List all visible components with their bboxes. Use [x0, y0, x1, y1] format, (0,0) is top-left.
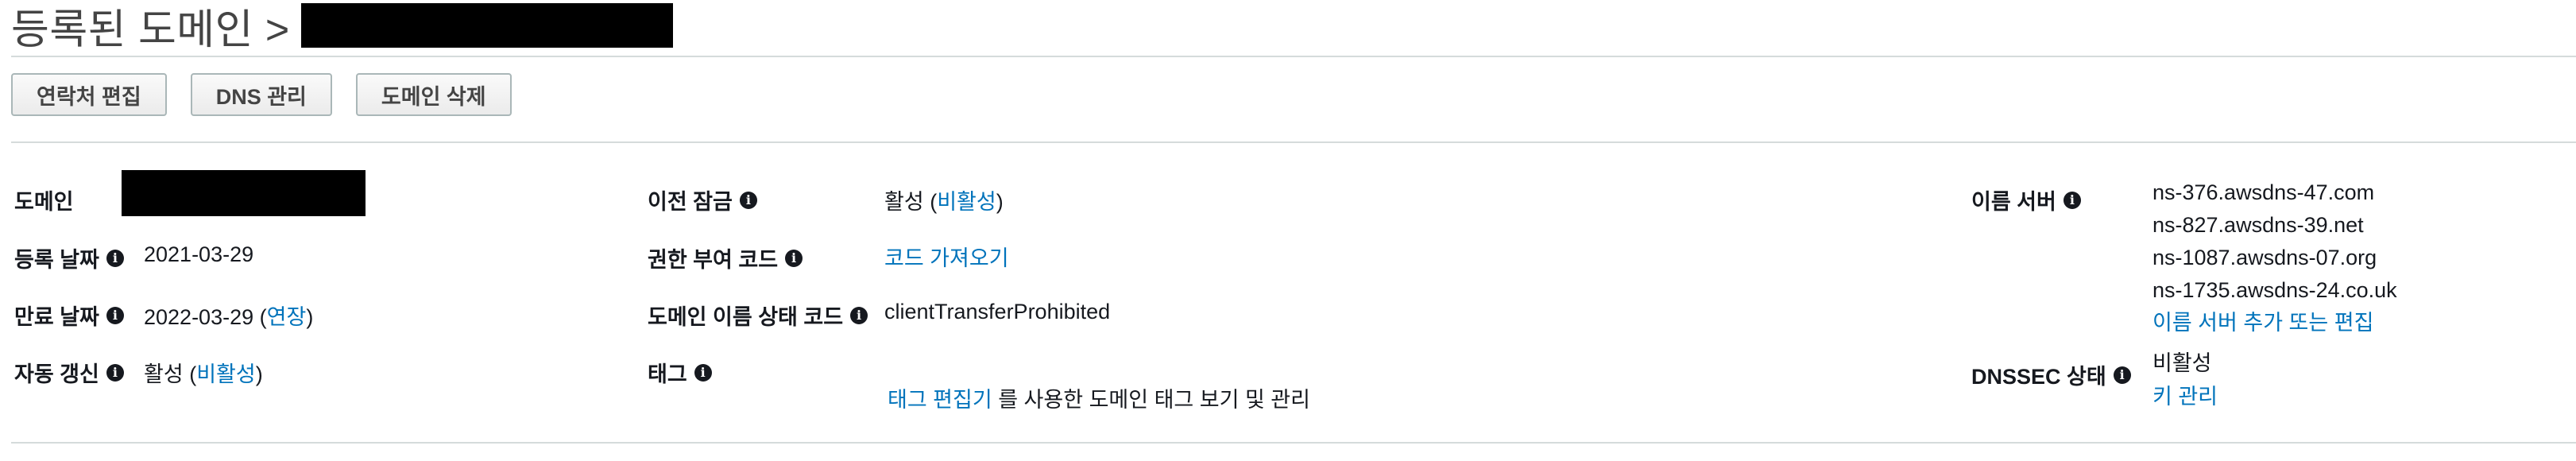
page-title: 등록된 도메인 >: [11, 6, 290, 53]
disable-auto-renew-link[interactable]: 비활성: [196, 362, 256, 386]
paren-close: ): [255, 362, 263, 386]
info-icon[interactable]: i: [106, 249, 124, 267]
transfer-lock-label: 이전 잠금 i: [648, 184, 757, 215]
info-icon[interactable]: i: [785, 249, 803, 267]
domain-label: 도메인: [14, 184, 74, 215]
page-header: 등록된 도메인 >: [11, 0, 673, 53]
name-servers-label: 이름 서버 i: [1971, 184, 2081, 215]
manage-keys-link[interactable]: 키 관리: [2152, 380, 2218, 413]
paren-open: (: [923, 190, 938, 214]
transfer-lock-value: 활성 (비활성): [884, 184, 1004, 215]
auto-renew-label: 자동 갱신 i: [14, 357, 124, 388]
dnssec-label: DNSSEC 상태 i: [1971, 359, 2131, 390]
dnssec-label-text: DNSSEC 상태: [1971, 365, 2106, 389]
redacted-domain-name: [300, 3, 673, 48]
domain-label-text: 도메인: [14, 190, 74, 214]
auth-code-label-text: 권한 부여 코드: [648, 248, 779, 272]
auto-renew-value: 활성 (비활성): [144, 357, 263, 388]
registered-date-value: 2021-03-29: [144, 242, 254, 266]
expiry-date-value: 2022-03-29 (연장): [144, 300, 313, 331]
status-code-label: 도메인 이름 상태 코드 i: [648, 300, 868, 331]
auto-renew-status: 활성: [144, 362, 184, 386]
get-code-link[interactable]: 코드 가져오기: [884, 241, 1009, 272]
name-server-item: ns-376.awsdns-47.com: [2152, 180, 2375, 204]
transfer-lock-status: 활성: [884, 190, 924, 214]
registered-date-label: 등록 날짜 i: [14, 242, 124, 273]
paren-open: (: [183, 362, 197, 386]
name-servers-label-text: 이름 서버: [1971, 190, 2056, 214]
dnssec-value: 비활성 키 관리: [2152, 347, 2218, 413]
status-code-label-text: 도메인 이름 상태 코드: [648, 305, 844, 329]
tags-value: 태그 편집기 를 사용한 도메인 태그 보기 및 관리: [888, 382, 1310, 413]
info-icon[interactable]: i: [2113, 366, 2131, 384]
action-toolbar: 연락처 편집 DNS 관리 도메인 삭제: [11, 73, 512, 116]
dns-manage-button[interactable]: DNS 관리: [190, 73, 332, 116]
tags-description: 를 사용한 도메인 태그 보기 및 관리: [992, 388, 1310, 412]
paren-close: ): [306, 305, 314, 329]
redacted-domain-value: [122, 170, 366, 216]
status-code-value: clientTransferProhibited: [884, 300, 1111, 323]
edit-contacts-button[interactable]: 연락처 편집: [11, 73, 167, 116]
name-server-item: ns-1735.awsdns-24.co.uk: [2152, 278, 2397, 302]
tag-editor-link[interactable]: 태그 편집기: [888, 388, 992, 412]
edit-name-servers-link[interactable]: 이름 서버 추가 또는 편집: [2152, 307, 2397, 339]
expiry-date-label: 만료 날짜 i: [14, 300, 124, 331]
expiry-date-text: 2022-03-29: [144, 305, 254, 329]
paren-open: (: [253, 305, 267, 329]
dnssec-status: 비활성: [2152, 351, 2212, 375]
disable-transfer-lock-link[interactable]: 비활성: [937, 190, 996, 214]
details-divider: [11, 442, 2576, 444]
paren-close: ): [996, 190, 1004, 214]
info-icon[interactable]: i: [694, 363, 712, 382]
name-servers-list: ns-376.awsdns-47.com ns-827.awsdns-39.ne…: [2152, 176, 2397, 339]
info-icon[interactable]: i: [106, 363, 124, 382]
info-icon[interactable]: i: [106, 306, 124, 324]
registered-date-label-text: 등록 날짜: [14, 248, 99, 272]
name-server-item: ns-1087.awsdns-07.org: [2152, 246, 2377, 269]
auth-code-label: 권한 부여 코드 i: [648, 242, 803, 273]
expiry-date-label-text: 만료 날짜: [14, 305, 99, 329]
info-icon[interactable]: i: [850, 306, 868, 324]
header-divider: [11, 56, 2576, 57]
delete-domain-button[interactable]: 도메인 삭제: [355, 73, 512, 116]
info-icon[interactable]: i: [739, 191, 757, 209]
transfer-lock-label-text: 이전 잠금: [648, 190, 733, 214]
name-server-item: ns-827.awsdns-39.net: [2152, 213, 2364, 237]
renew-link[interactable]: 연장: [267, 305, 307, 329]
info-icon[interactable]: i: [2063, 191, 2081, 209]
auto-renew-label-text: 자동 갱신: [14, 362, 99, 386]
toolbar-divider: [11, 141, 2576, 143]
tags-label-text: 태그: [648, 362, 687, 386]
tags-label: 태그 i: [648, 357, 712, 388]
